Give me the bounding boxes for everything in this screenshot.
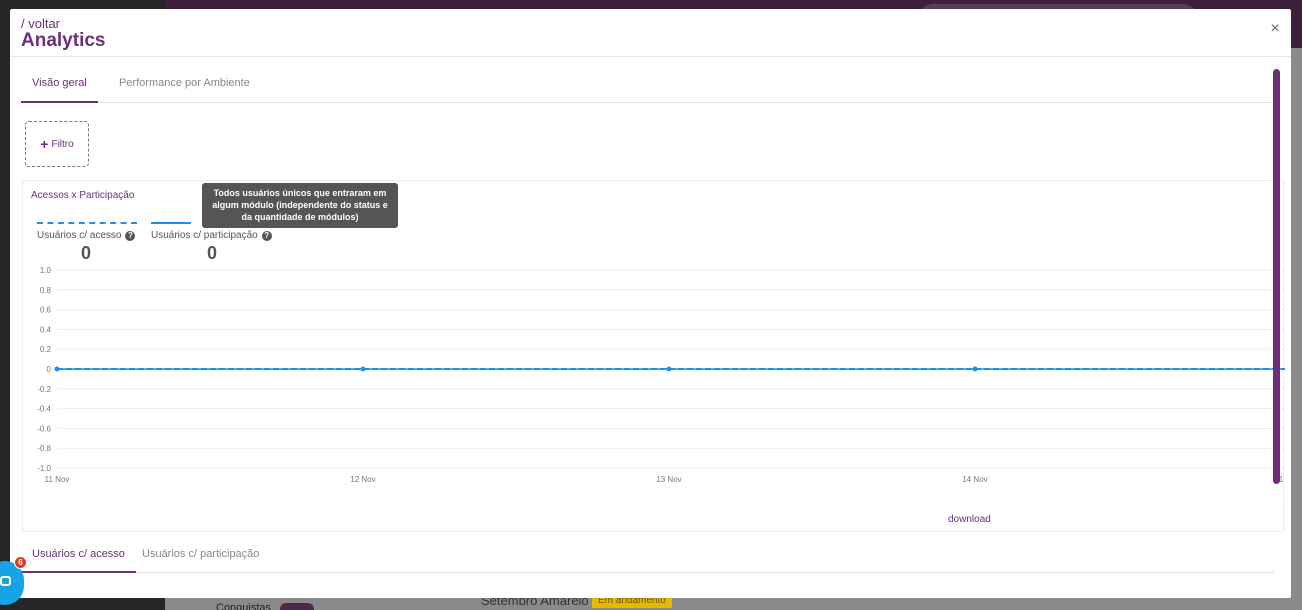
legend-access[interactable]: Usuários c/ acesso ? — [37, 230, 136, 241]
close-icon[interactable]: × — [1267, 21, 1283, 37]
add-filter-button[interactable]: + Filtro — [25, 121, 89, 167]
legend-participation-label: Usuários c/ participação — [151, 230, 258, 241]
detail-tabs: Usuários c/ acesso Usuários c/ participa… — [21, 540, 1274, 573]
x-tick-label: 14 Nov — [962, 475, 987, 484]
chart-card: Acessos x Participação Usuários c/ acess… — [22, 180, 1285, 532]
y-tick-label: 0.2 — [40, 345, 52, 354]
legend-access-label: Usuários c/ acesso — [37, 230, 122, 241]
help-icon[interactable]: ? — [125, 230, 136, 241]
filter-label: Filtro — [51, 138, 74, 150]
y-tick-label: -1.0 — [37, 464, 51, 473]
y-tick-label: 0.6 — [40, 306, 52, 315]
data-point — [666, 366, 672, 372]
y-tick-label: 1.0 — [40, 266, 52, 275]
help-icon[interactable]: ? — [261, 230, 272, 241]
tab-visao-geral[interactable]: Visão geral — [21, 71, 98, 103]
tab-usuarios-participacao[interactable]: Usuários c/ participação — [131, 540, 270, 573]
background-toggle — [280, 603, 314, 610]
background-conquistas-label: Conquistas — [216, 602, 272, 610]
chat-badge: 6 — [14, 556, 27, 569]
legend-line-participation[interactable] — [151, 222, 191, 224]
x-tick-label: 11 Nov — [45, 475, 70, 484]
y-tick-label: -0.4 — [37, 405, 51, 414]
data-point — [360, 366, 366, 372]
data-point — [972, 366, 978, 372]
x-tick-label: 13 Nov — [656, 475, 681, 484]
analytics-tabs: Visão geral Performance por Ambiente — [21, 71, 1271, 103]
y-tick-label: 0 — [47, 365, 52, 374]
scrollbar[interactable] — [1273, 69, 1280, 484]
y-tick-label: 0.4 — [40, 325, 52, 334]
legend-participation[interactable]: Usuários c/ participação ? — [151, 230, 272, 241]
tab-performance-por-ambiente[interactable]: Performance por Ambiente — [108, 71, 261, 103]
chat-icon — [0, 576, 11, 586]
header-divider — [10, 56, 1291, 57]
access-count: 0 — [81, 243, 92, 263]
back-link[interactable]: / voltar — [21, 16, 60, 31]
participation-count: 0 — [207, 243, 218, 263]
y-tick-label: -0.6 — [37, 424, 51, 433]
chart-title: Acessos x Participação — [31, 190, 135, 201]
x-tick-label: 12 Nov — [350, 475, 375, 484]
modal-title: Analytics — [21, 30, 106, 51]
data-point — [54, 366, 60, 372]
line-chart: 1.0 0.8 0.6 0.4 0.2 0 -0.2 -0.4 -0.6 -0.8 -1.0 11 N… — [37, 266, 1285, 484]
plus-icon: + — [40, 136, 49, 152]
y-tick-label: 0.8 — [40, 286, 52, 295]
analytics-modal: / voltar Analytics × Visão geral Perform… — [10, 9, 1291, 598]
tab-usuarios-acesso[interactable]: Usuários c/ acesso — [21, 540, 136, 573]
y-tick-label: -0.8 — [37, 444, 51, 453]
tooltip: Todos usuários únicos que entraram em al… — [202, 183, 398, 228]
legend-line-access[interactable] — [37, 222, 137, 224]
download-link[interactable]: download — [948, 514, 991, 525]
y-tick-label: -0.2 — [37, 385, 51, 394]
